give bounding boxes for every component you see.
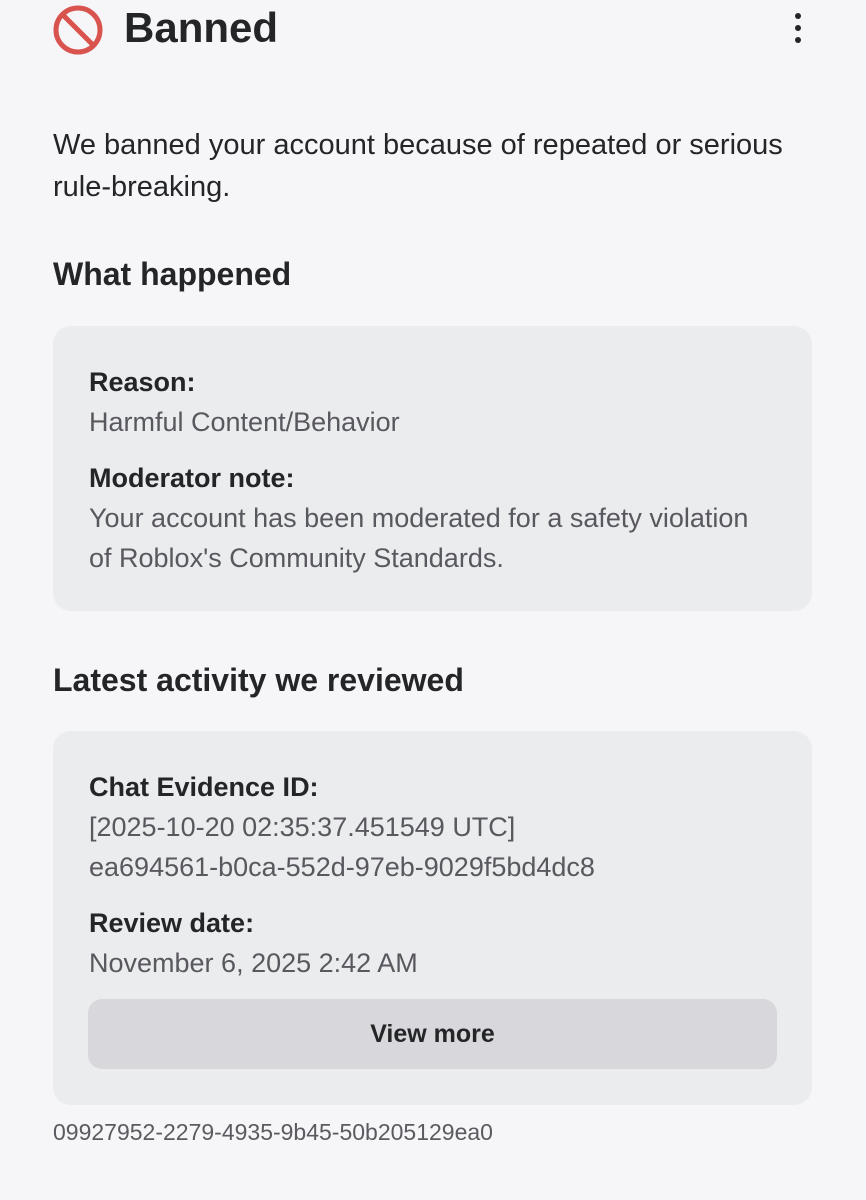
- prohibited-icon: [52, 4, 104, 56]
- chat-evidence-timestamp: [2025-10-20 02:35:37.451549 UTC]: [89, 812, 516, 842]
- review-date-label: Review date:: [89, 908, 255, 938]
- more-vertical-icon: [795, 13, 801, 19]
- page-header: Banned: [52, 0, 814, 56]
- page-title: Banned: [124, 4, 279, 51]
- reason-label: Reason:: [89, 367, 196, 397]
- moderator-note-label: Moderator note:: [89, 463, 295, 493]
- reference-id: 09927952-2279-4935-9b45-50b205129ea0: [53, 1119, 493, 1145]
- latest-activity-heading: Latest activity we reviewed: [53, 662, 464, 698]
- ban-description: We banned your account because of repeat…: [53, 129, 783, 203]
- reason-value: Harmful Content/Behavior: [89, 407, 400, 437]
- latest-activity-card: Chat Evidence ID: [2025-10-20 02:35:37.4…: [53, 731, 812, 1105]
- review-date-value: November 6, 2025 2:42 AM: [89, 948, 418, 978]
- moderator-note-value: Your account has been moderated for a sa…: [89, 503, 749, 573]
- more-vertical-icon-dot: [795, 25, 801, 31]
- more-vertical-icon-dot: [795, 37, 801, 43]
- more-options-button[interactable]: [782, 8, 814, 48]
- chat-evidence-label: Chat Evidence ID:: [89, 772, 319, 802]
- what-happened-card: Reason: Harmful Content/Behavior Moderat…: [53, 326, 812, 611]
- chat-evidence-id: ea694561-b0ca-552d-97eb-9029f5bd4dc8: [89, 852, 595, 882]
- view-more-button[interactable]: View more: [88, 999, 777, 1069]
- what-happened-heading: What happened: [53, 256, 292, 292]
